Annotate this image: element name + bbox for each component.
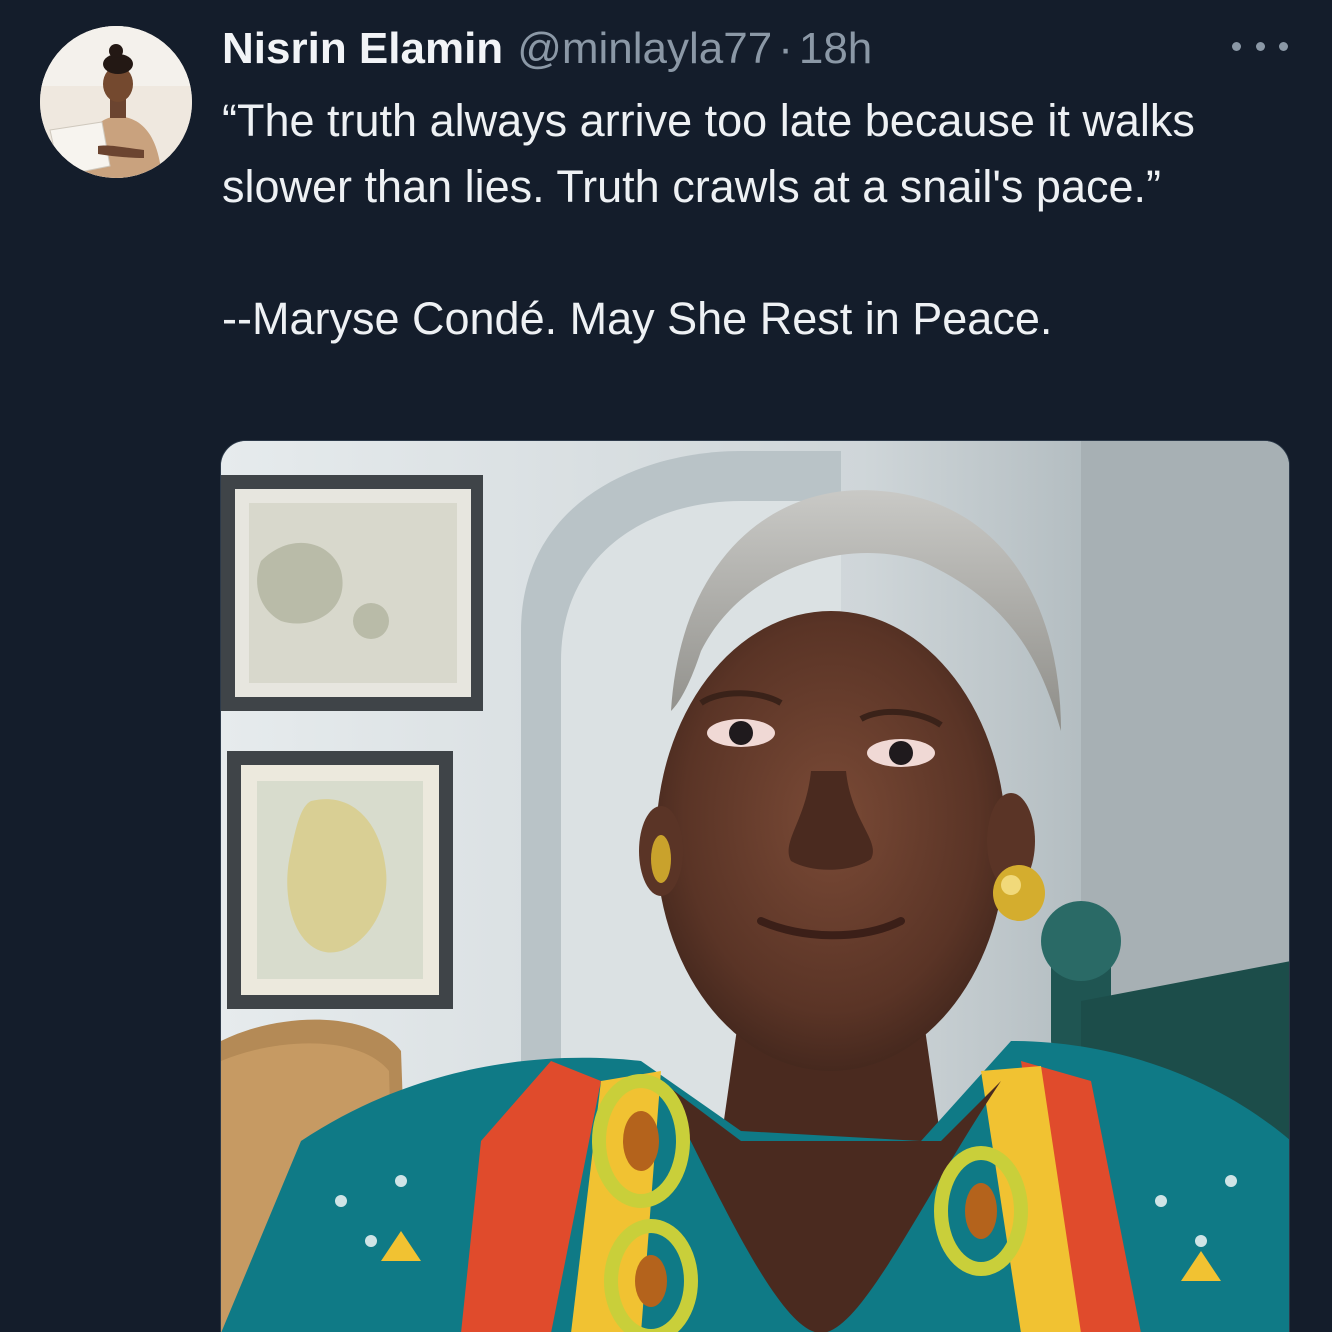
tweet-text: “The truth always arrive too late becaus… [222,88,1302,352]
tweet-header: Nisrin Elamin @minlayla77 · 18h [222,22,872,76]
more-horizontal-icon [1255,41,1265,51]
more-horizontal-icon [1279,41,1288,51]
tweet-photo[interactable] [220,440,1290,1332]
tweet[interactable]: Nisrin Elamin @minlayla77 · 18h “The tru… [0,0,1332,1332]
avatar-image [40,26,192,178]
author-name[interactable]: Nisrin Elamin [222,22,503,76]
attribution-text: --Maryse Condé. May She Rest in Peace. [222,293,1053,344]
quote-text: “The truth always arrive too late becaus… [222,95,1195,212]
author-handle[interactable]: @minlayla77 [517,22,772,76]
avatar[interactable] [40,26,192,178]
separator-dot: · [778,24,793,73]
more-horizontal-icon [1232,41,1241,51]
more-options-button[interactable] [1232,30,1288,62]
portrait-photo [221,441,1289,1332]
timestamp[interactable]: 18h [799,22,872,76]
